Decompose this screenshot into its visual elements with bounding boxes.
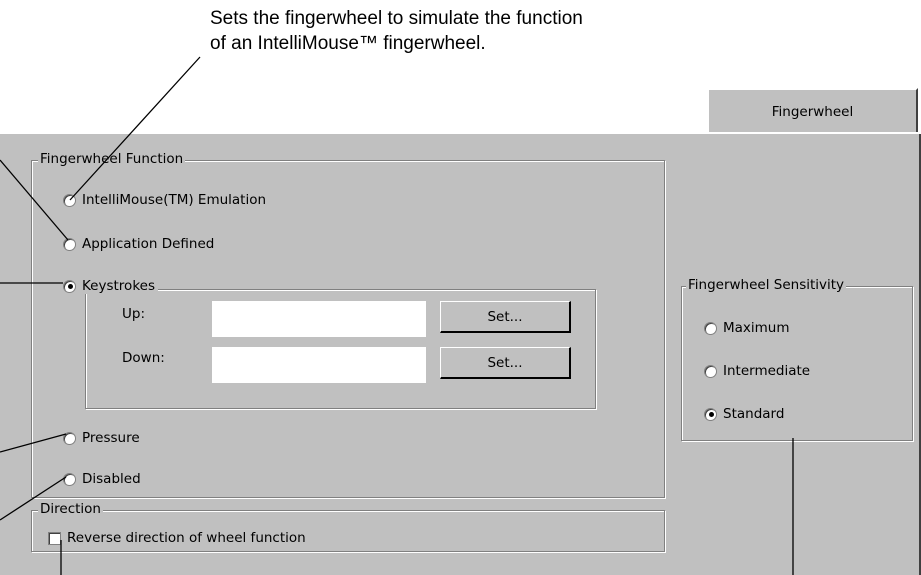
callout-caption-line-2: of an IntelliMouse™ fingerwheel. (210, 33, 486, 54)
radio-intellimouse-emulation[interactable]: IntelliMouse(TM) Emulation (63, 192, 266, 208)
radio-maximum-dot[interactable] (704, 321, 717, 335)
radio-standard[interactable]: Standard (704, 406, 784, 422)
set-down-button[interactable]: Set... (440, 347, 571, 379)
fingerwheel-function-title: Fingerwheel Function (38, 151, 186, 167)
reverse-direction-box[interactable] (48, 531, 61, 545)
tab-fingerwheel-label: Fingerwheel (771, 104, 854, 120)
radio-intermediate[interactable]: Intermediate (704, 363, 810, 379)
radio-disabled-label: Disabled (82, 471, 141, 487)
radio-standard-dot[interactable] (704, 407, 717, 421)
direction-title: Direction (38, 501, 103, 517)
radio-keystrokes-dot[interactable] (63, 279, 76, 293)
radio-pressure[interactable]: Pressure (63, 430, 140, 446)
callout-caption-line-1: Sets the fingerwheel to simulate the fun… (210, 8, 583, 29)
keystroke-down-field[interactable] (212, 347, 426, 383)
radio-intermediate-dot[interactable] (704, 364, 717, 378)
radio-standard-label: Standard (723, 406, 785, 422)
radio-application-defined-label: Application Defined (82, 236, 215, 252)
radio-disabled[interactable]: Disabled (63, 471, 141, 487)
set-up-button[interactable]: Set... (440, 301, 571, 333)
radio-application-defined-dot[interactable] (63, 237, 76, 251)
callout-caption: Sets the fingerwheel to simulate the fun… (210, 6, 583, 56)
sensitivity-title: Fingerwheel Sensitivity (686, 277, 847, 293)
radio-disabled-dot[interactable] (63, 472, 76, 486)
radio-application-defined[interactable]: Application Defined (63, 236, 214, 252)
radio-pressure-label: Pressure (82, 430, 140, 446)
keystroke-up-field[interactable] (212, 301, 426, 337)
radio-keystrokes[interactable]: Keystrokes (63, 278, 158, 294)
radio-intellimouse-emulation-dot[interactable] (63, 193, 76, 207)
keystroke-down-label: Down: (122, 350, 165, 366)
fingerwheel-panel: Fingerwheel Function IntelliMouse(TM) Em… (0, 132, 921, 575)
radio-maximum[interactable]: Maximum (704, 320, 790, 336)
radio-intellimouse-emulation-label: IntelliMouse(TM) Emulation (82, 192, 267, 208)
radio-keystrokes-label: Keystrokes (82, 278, 155, 294)
tab-fingerwheel[interactable]: Fingerwheel (707, 88, 918, 134)
radio-pressure-dot[interactable] (63, 431, 76, 445)
radio-intermediate-label: Intermediate (723, 363, 811, 379)
reverse-direction-checkbox[interactable]: Reverse direction of wheel function (48, 530, 306, 546)
radio-maximum-label: Maximum (723, 320, 790, 336)
keystroke-up-label: Up: (122, 306, 145, 322)
reverse-direction-label: Reverse direction of wheel function (67, 530, 306, 546)
